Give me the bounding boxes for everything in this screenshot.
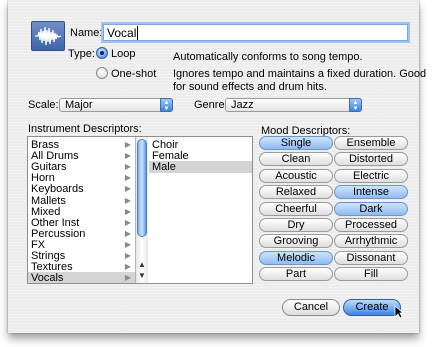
mood-toggle-label: Fill [363,268,379,281]
mood-toggle-label: Grooving [273,235,319,248]
mood-toggle-label: Clean [281,153,311,166]
mood-toggle-label: Arrhythmic [344,235,398,248]
genre-label: Genre: [194,99,228,111]
mood-grid: Single Ensemble Clean Distorted Acoustic Elec… [259,136,409,282]
cancel-label: Cancel [293,301,329,313]
genre-popup[interactable]: Jazz ▲ ▼ [225,98,362,112]
disclosure-arrow-icon: ▶ [124,273,131,283]
mood-toggle[interactable]: Intense [334,185,408,200]
scale-label: Scale: [28,99,59,111]
loop-description: Automatically conforms to song tempo. [173,51,363,63]
instrument-browser: Brass ▶ All Drums ▶ Guitars ▶ Horn ▶ Keyboards ▶ M… [27,136,253,284]
mood-toggle-label: Dry [287,219,305,231]
instrument-descriptors-heading: Instrument Descriptors: [28,123,142,135]
scale-popup[interactable]: Major ▲ ▼ [59,98,173,112]
instrument-item[interactable]: Vocals ▶ [28,272,135,284]
subcategory-item[interactable]: Male [149,161,252,174]
scale-value: Major [65,99,93,111]
oneshot-description-line2: for sound effects and drum hits. [173,81,327,93]
subcategory-item-label: Male [152,161,176,174]
mood-toggle-label: Electric [352,169,390,182]
genre-value: Jazz [231,99,254,111]
mood-toggle[interactable]: Electric [334,168,408,183]
mood-toggle-label: Intense [352,186,390,199]
create-button[interactable]: Create [343,299,401,316]
name-value: Vocal [107,26,137,40]
loop-radio[interactable] [96,47,108,59]
mood-toggle[interactable]: Arrhythmic [334,234,408,249]
mood-toggle-label: Ensemble [346,137,396,149]
create-label: Create [355,301,389,313]
dialog-sheet: Name: Vocal Type: Loop Automatically con… [8,0,426,333]
mood-toggle[interactable]: Cheerful [259,201,333,216]
instrument-list[interactable]: Brass ▶ All Drums ▶ Guitars ▶ Horn ▶ Keyboards ▶ M… [28,137,136,283]
mood-toggle[interactable]: Clean [259,152,333,167]
mood-toggle-label: Processed [345,219,397,231]
mood-toggle-label: Distorted [348,153,394,166]
mood-toggle[interactable]: Part [259,267,333,282]
mood-toggle-label: Dissonant [346,251,396,264]
popup-arrows-icon: ▲ ▼ [160,98,173,112]
mood-toggle-label: Melodic [277,251,315,264]
mouse-cursor-icon [394,305,404,319]
mood-toggle[interactable]: Processed [334,218,408,232]
mood-toggle[interactable]: Single [259,136,333,150]
instrument-scrollbar[interactable]: ▲ ▼ [135,137,148,283]
scroll-thumb[interactable] [137,139,147,237]
mood-toggle[interactable]: Grooving [259,234,333,249]
name-label: Name: [70,27,103,39]
oneshot-description-line1: Ignores tempo and maintains a fixed dura… [173,68,427,80]
oneshot-label[interactable]: One-shot [111,68,156,80]
cancel-button[interactable]: Cancel [282,299,340,316]
popup-arrows-icon: ▲ ▼ [349,98,362,112]
mood-toggle[interactable]: Fill [334,267,408,282]
mood-toggle-label: Acoustic [275,169,317,182]
mood-toggle[interactable]: Dissonant [334,250,408,265]
mood-toggle-label: Relaxed [275,186,317,199]
mood-toggle[interactable]: Melodic [259,250,333,265]
mood-toggle-label: Cheerful [275,202,317,215]
mood-toggle-label: Part [285,268,307,281]
mood-toggle-label: Single [280,137,312,149]
mood-toggle[interactable]: Relaxed [259,185,333,200]
loop-label[interactable]: Loop [111,48,135,60]
mood-toggle[interactable]: Dry [259,218,333,232]
oneshot-radio[interactable] [96,67,108,79]
instrument-item-label: Vocals [31,272,64,284]
mood-toggle[interactable]: Distorted [334,152,408,167]
scroll-up-icon[interactable]: ▲ [136,259,148,270]
scroll-down-icon[interactable]: ▼ [136,270,148,281]
mood-toggle-label: Dark [359,202,383,215]
mood-toggle[interactable]: Ensemble [334,136,408,150]
mood-toggle[interactable]: Dark [334,201,408,216]
type-label: Type: [68,48,95,60]
waveform-icon [31,21,65,51]
subcategory-list[interactable]: Choir Female Male [149,137,252,283]
name-field[interactable]: Vocal [103,24,408,41]
mood-toggle[interactable]: Acoustic [259,168,333,183]
